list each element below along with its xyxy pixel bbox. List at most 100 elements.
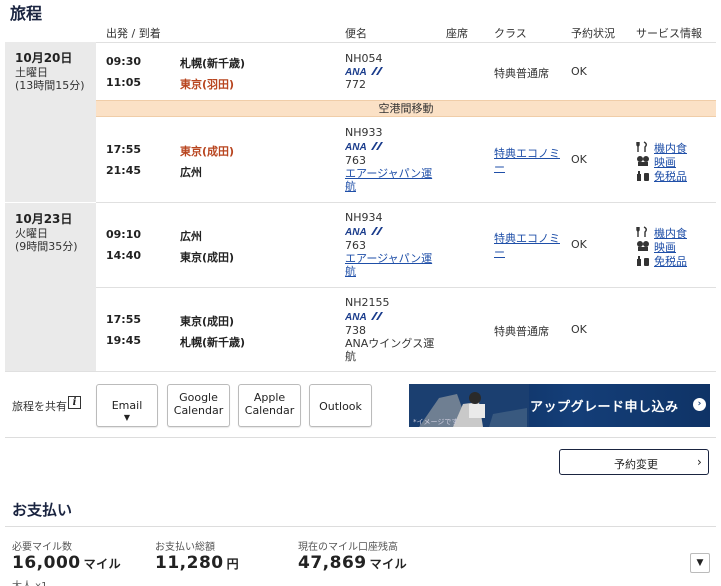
total-payment-number: 11,280	[155, 553, 224, 573]
row-divider	[96, 287, 716, 288]
arrival-airport: 東京(成田)	[180, 251, 235, 264]
aircraft-type: 763	[345, 154, 366, 167]
fare-class: 特典普通席	[494, 325, 549, 338]
departure-airport: 東京(成田)	[180, 315, 235, 328]
apple-calendar-button[interactable]: Apple Calendar	[238, 384, 301, 427]
section-divider	[5, 526, 716, 527]
arrival-time: 19:45	[106, 334, 142, 347]
arrival-airport: 札幌(新千歳)	[180, 336, 246, 349]
header-class: クラス	[494, 27, 527, 40]
svg-text:ANA: ANA	[345, 227, 367, 236]
departure-airport: 東京(成田)	[180, 145, 235, 158]
chevron-right-icon: ›	[697, 455, 702, 469]
svg-text:ANA: ANA	[345, 142, 367, 151]
mile-balance-number: 47,869	[298, 553, 367, 573]
flight-number: NH933	[345, 126, 383, 139]
email-button-label: Email	[111, 399, 143, 412]
ana-logo-icon: ANA	[345, 312, 383, 321]
booking-status: OK	[571, 238, 587, 251]
payment-section-title: お支払い	[12, 501, 73, 519]
chevron-right-icon: ›	[693, 398, 706, 411]
flight-number: NH2155	[345, 296, 390, 309]
required-miles-number: 16,000	[12, 553, 81, 573]
expand-payment-chevron-down-icon[interactable]: ▼	[690, 553, 710, 573]
operator-link[interactable]: エアージャパン運航	[345, 167, 435, 193]
duty-free-icon	[637, 171, 649, 181]
day-duration: (13時間15分)	[15, 79, 85, 92]
upgrade-banner[interactable]: アップグレード申し込み *イメージです ›	[409, 384, 710, 427]
meal-icon	[636, 226, 647, 237]
google-button-label-line2: Calendar	[173, 404, 224, 417]
departure-airport: 札幌(新千歳)	[180, 57, 246, 70]
header-divider	[96, 42, 716, 43]
apple-button-label-line1: Apple	[253, 391, 286, 404]
aircraft-type: 763	[345, 239, 366, 252]
arrival-time: 14:40	[106, 249, 142, 262]
arrival-airport: 東京(羽田)	[180, 78, 235, 91]
meal-icon	[636, 141, 647, 152]
info-icon[interactable]: i	[68, 396, 81, 409]
movie-icon	[637, 241, 649, 251]
fare-class-link[interactable]: 特典エコノミー	[494, 147, 564, 175]
apple-button-label-line2: Calendar	[244, 404, 295, 417]
header-seat: 座席	[446, 27, 468, 40]
mile-balance-label: 現在のマイル口座残高	[298, 542, 398, 553]
booking-status: OK	[571, 65, 587, 78]
total-payment-label: お支払い総額	[155, 542, 215, 553]
service-link-duty-free[interactable]: 免税品	[654, 253, 687, 269]
change-reservation-button[interactable]: 予約変更 ›	[559, 449, 709, 475]
outlook-button-label: Outlook	[319, 400, 362, 413]
arrival-time: 21:45	[106, 164, 142, 177]
total-payment-unit: 円	[226, 557, 240, 571]
header-status: 予約状況	[571, 27, 615, 40]
departure-airport: 広州	[180, 230, 202, 243]
fare-class-link[interactable]: 特典エコノミー	[494, 232, 564, 260]
arrival-time: 11:05	[106, 76, 142, 89]
required-miles-label: 必要マイル数	[12, 542, 72, 553]
total-payment-value: 11,280 円	[155, 553, 239, 573]
page-title: 旅程	[10, 4, 43, 23]
header-depart-arrive: 出発 / 到着	[106, 27, 161, 40]
movie-icon	[637, 156, 649, 166]
departure-time: 09:30	[106, 55, 142, 68]
fare-class: 特典普通席	[494, 67, 549, 80]
duty-free-icon	[637, 256, 649, 266]
required-miles-value: 16,000 マイル	[12, 553, 121, 573]
mile-balance-value: 47,869 マイル	[298, 553, 407, 573]
transfer-banner: 空港間移動	[96, 100, 716, 117]
chevron-down-icon: ▼	[123, 413, 131, 422]
ana-logo-icon: ANA	[345, 227, 383, 236]
passenger-count: 大人 x1	[12, 577, 47, 586]
service-link-duty-free[interactable]: 免税品	[654, 168, 687, 184]
operator-link[interactable]: エアージャパン運航	[345, 252, 435, 278]
arrival-airport: 広州	[180, 166, 202, 179]
google-button-label-line1: Google	[179, 391, 218, 404]
upgrade-banner-note: *イメージです	[413, 418, 459, 426]
svg-text:ANA: ANA	[345, 312, 367, 321]
header-service: サービス情報	[636, 27, 702, 40]
share-itinerary-label: 旅程を共有	[12, 400, 67, 413]
mile-balance-unit: マイル	[369, 557, 408, 571]
aircraft-type: 772	[345, 78, 366, 91]
departure-time: 09:10	[106, 228, 142, 241]
section-divider	[5, 437, 716, 438]
booking-status: OK	[571, 153, 587, 166]
header-flight: 便名	[345, 27, 367, 40]
outlook-button[interactable]: Outlook	[309, 384, 372, 427]
day-block-1: 10月20日 土曜日 (13時間15分)	[5, 42, 96, 202]
aircraft-type: 738	[345, 324, 366, 337]
day-block-2: 10月23日 火曜日 (9時間35分)	[5, 203, 96, 371]
operator-text: ANAウイングス運航	[345, 337, 435, 363]
change-reservation-label: 予約変更	[614, 458, 658, 471]
required-miles-unit: マイル	[83, 557, 122, 571]
ana-logo-icon: ANA	[345, 67, 383, 76]
ana-logo-icon: ANA	[345, 142, 383, 151]
row-divider	[5, 371, 716, 372]
google-calendar-button[interactable]: Google Calendar	[167, 384, 230, 427]
upgrade-banner-text: アップグレード申し込み	[530, 400, 679, 415]
departure-time: 17:55	[106, 313, 142, 326]
flight-number: NH054	[345, 52, 383, 65]
day-duration: (9時間35分)	[15, 240, 78, 253]
email-share-button[interactable]: Email ▼	[96, 384, 158, 427]
svg-text:ANA: ANA	[345, 67, 367, 76]
